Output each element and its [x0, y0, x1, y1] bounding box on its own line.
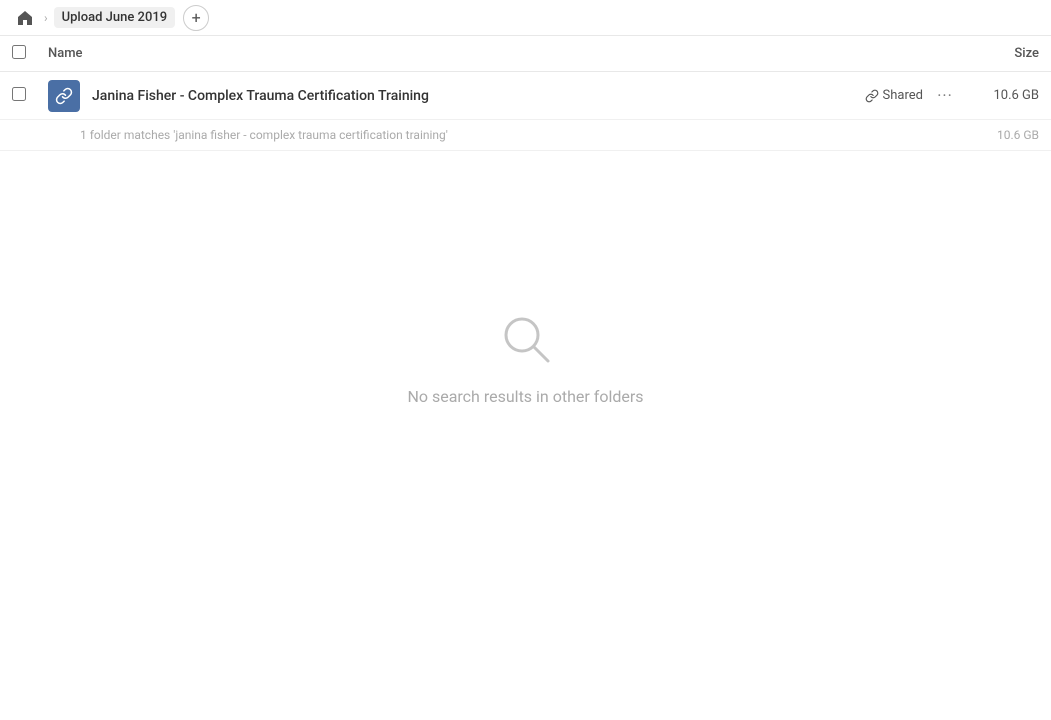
file-icon — [48, 80, 80, 112]
more-button[interactable]: ··· — [931, 82, 959, 110]
table-header: Name Size — [0, 36, 1051, 72]
file-row[interactable]: Janina Fisher - Complex Trauma Certifica… — [0, 72, 1051, 120]
match-info-row: 1 folder matches 'janina fisher - comple… — [0, 120, 1051, 151]
home-button[interactable] — [12, 5, 38, 31]
file-checkbox[interactable] — [12, 87, 26, 101]
column-size-header: Size — [959, 46, 1039, 61]
link-icon — [55, 87, 73, 105]
breadcrumb-chevron: › — [44, 11, 48, 25]
empty-state-text: No search results in other folders — [407, 387, 643, 406]
folder-icon-box — [48, 80, 80, 112]
select-all-checkbox[interactable] — [12, 45, 26, 59]
row-checkbox[interactable] — [12, 87, 36, 105]
breadcrumb-bar: › Upload June 2019 + — [0, 0, 1051, 36]
no-results-icon — [498, 311, 554, 371]
add-button[interactable]: + — [183, 5, 209, 31]
column-name-header: Name — [48, 46, 959, 61]
shared-badge: Shared — [865, 88, 923, 103]
file-actions: Shared ··· — [865, 82, 959, 110]
empty-state: No search results in other folders — [0, 311, 1051, 406]
shared-label: Shared — [883, 88, 923, 103]
match-info-size: 10.6 GB — [959, 128, 1039, 142]
file-size: 10.6 GB — [959, 88, 1039, 103]
link-shared-icon — [865, 89, 879, 103]
file-name: Janina Fisher - Complex Trauma Certifica… — [92, 88, 865, 104]
breadcrumb-current-folder[interactable]: Upload June 2019 — [54, 7, 176, 28]
match-info-text: 1 folder matches 'janina fisher - comple… — [80, 128, 959, 142]
header-checkbox[interactable] — [12, 45, 36, 63]
